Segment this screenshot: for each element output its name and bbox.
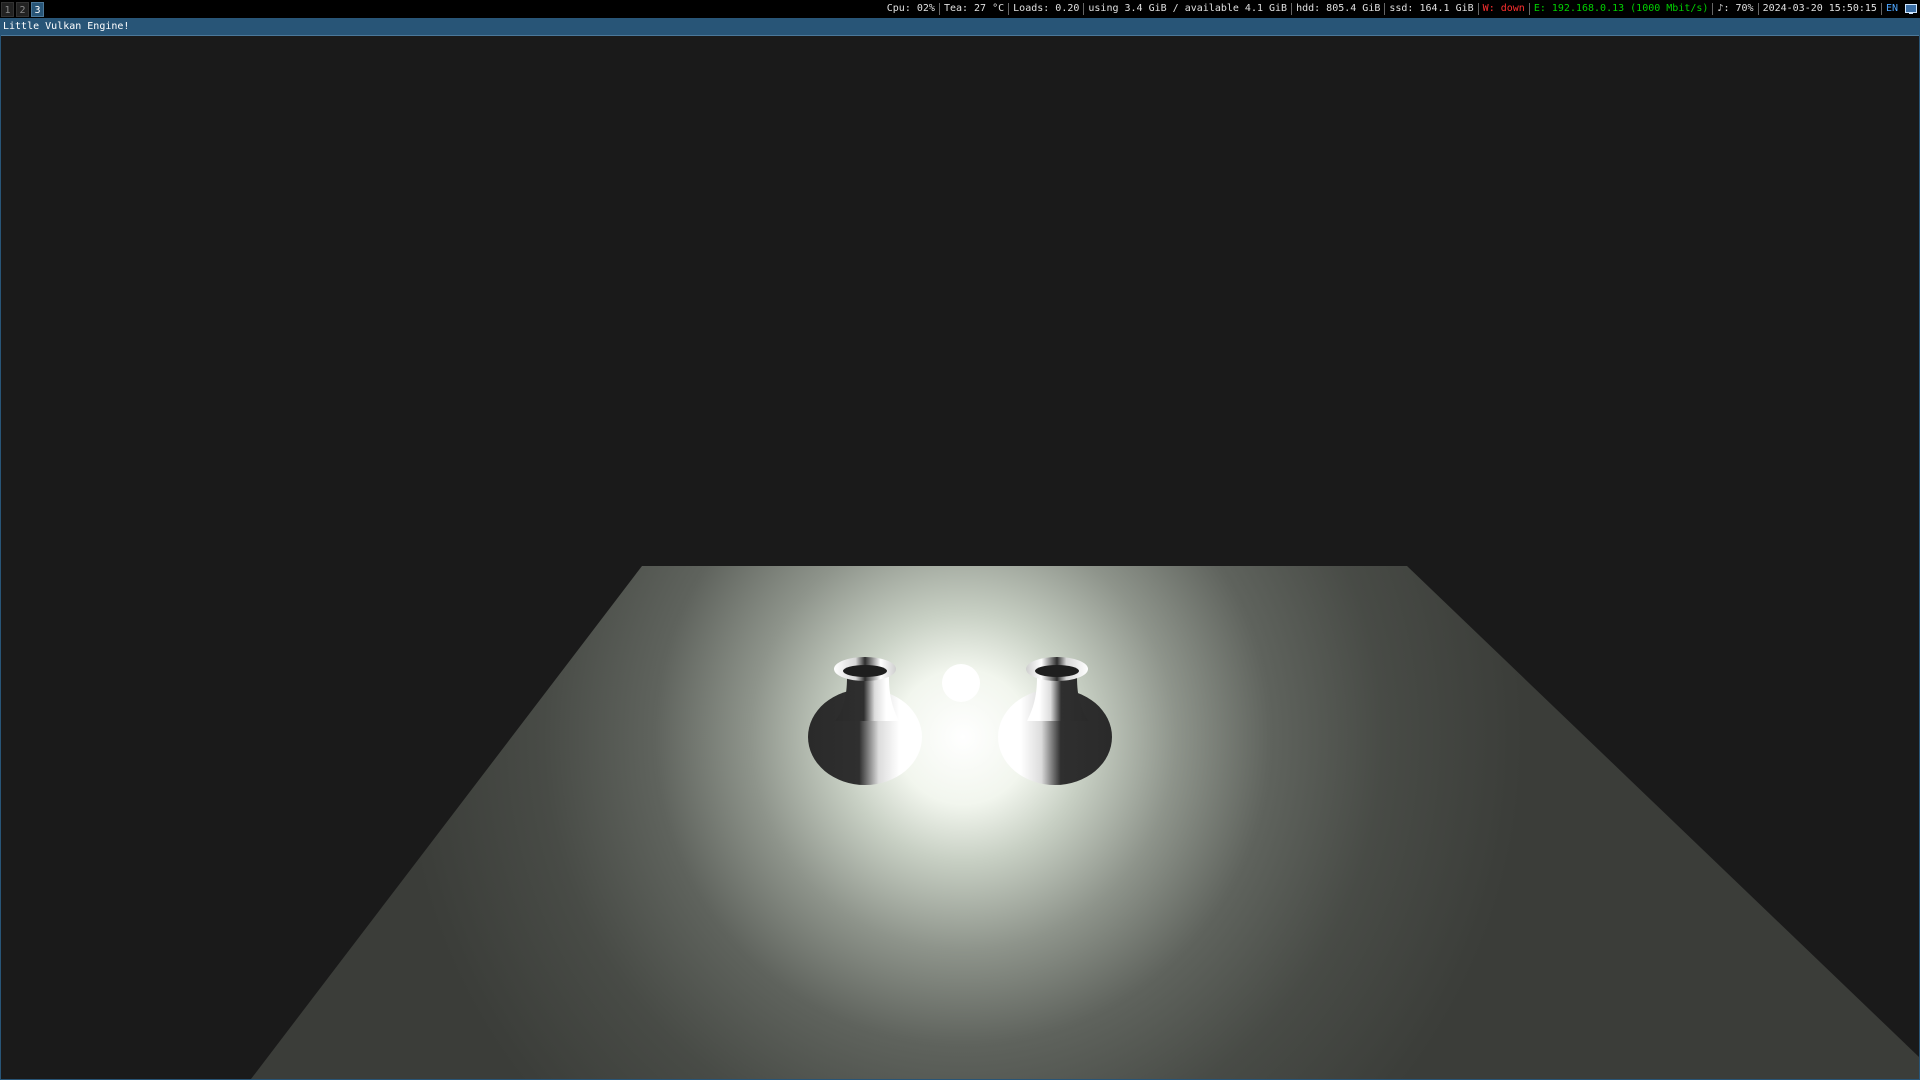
workspace-button-2[interactable]: 2 <box>16 1 29 17</box>
wifi-status: W: down <box>1479 3 1530 15</box>
workspace-button-1[interactable]: 1 <box>1 1 14 17</box>
light-sphere <box>942 664 980 702</box>
workspace-button-3[interactable]: 3 <box>31 1 44 17</box>
workspace-switcher: 1 2 3 <box>0 0 46 18</box>
volume-level: ♪: 70% <box>1713 3 1759 15</box>
window-title[interactable]: Little Vulkan Engine! <box>1 18 1919 36</box>
ssd-free-space: ssd: 164.1 GiB <box>1385 3 1479 15</box>
rendered-scene <box>1 37 1919 1079</box>
keyboard-layout[interactable]: EN <box>1882 3 1902 15</box>
cpu-temperature: Tea: 27 °C <box>940 3 1010 15</box>
display-icon[interactable] <box>1904 3 1918 15</box>
load-average: Loads: 0.20 <box>1009 3 1085 15</box>
ethernet-status: E: 192.168.0.13 (1000 Mbit/s) <box>1530 3 1714 15</box>
date-time: 2024-03-20 15:50:15 <box>1759 3 1882 15</box>
cpu-usage: Cpu: 02% <box>883 3 940 15</box>
status-items: Cpu: 02% Tea: 27 °C Loads: 0.20 using 3.… <box>883 0 1920 18</box>
render-viewport[interactable] <box>1 37 1919 1079</box>
top-status-bar: 1 2 3 Cpu: 02% Tea: 27 °C Loads: 0.20 us… <box>0 0 1920 18</box>
memory-usage: using 3.4 GiB / available 4.1 GiB <box>1084 3 1293 15</box>
app-window: Little Vulkan Engine! <box>0 18 1920 1080</box>
hdd-free-space: hdd: 805.4 GiB <box>1292 3 1386 15</box>
